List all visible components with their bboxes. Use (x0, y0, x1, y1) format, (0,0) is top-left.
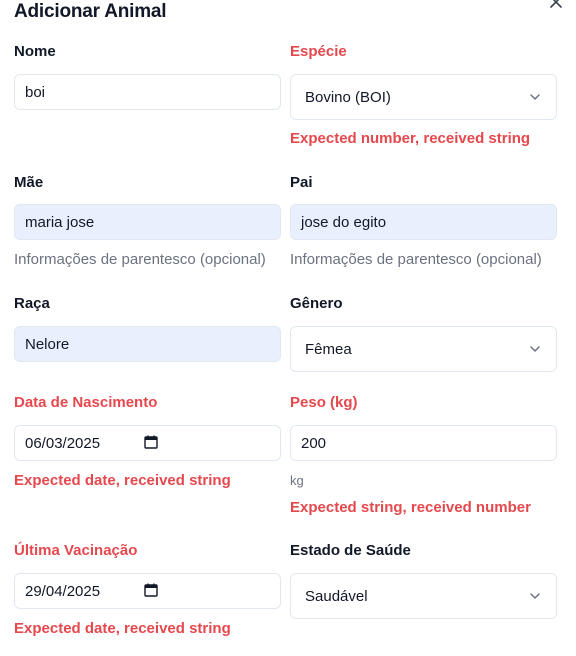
mae-label: Mãe (14, 174, 44, 191)
nascimento-label: Data de Nascimento (14, 394, 158, 411)
dialog-title: Adicionar Animal (14, 1, 167, 22)
genero-select[interactable]: Fêmea (290, 326, 557, 372)
calendar-icon[interactable] (144, 583, 158, 597)
genero-value: Fêmea (305, 340, 352, 358)
vacinacao-date-input[interactable]: 29/04/2025 (14, 573, 281, 609)
nome-label: Nome (14, 43, 56, 60)
raca-input[interactable]: Nelore (14, 326, 281, 362)
pai-input[interactable]: jose do egito (290, 204, 557, 240)
chevron-down-icon (530, 94, 540, 100)
vacinacao-error: Expected date, received string (14, 620, 231, 637)
mae-hint: Informações de parentesco (opcional) (14, 251, 266, 268)
peso-value: 200 (301, 434, 327, 452)
nome-input[interactable]: boi (14, 74, 281, 110)
nascimento-value: 06/03/2025 (25, 434, 101, 452)
vacinacao-label: Última Vacinação (14, 542, 138, 559)
calendar-icon[interactable] (144, 435, 158, 449)
nascimento-error: Expected date, received string (14, 472, 231, 489)
especie-select[interactable]: Bovino (BOI) (290, 74, 557, 120)
pai-label: Pai (290, 174, 313, 191)
raca-label: Raça (14, 295, 50, 312)
raca-value: Nelore (25, 335, 70, 353)
vacinacao-value: 29/04/2025 (25, 582, 101, 600)
pai-value: jose do egito (301, 213, 387, 231)
pai-hint: Informações de parentesco (opcional) (290, 251, 542, 268)
peso-unit: kg (290, 473, 304, 488)
mae-value: maria jose (25, 213, 95, 231)
genero-label: Gênero (290, 295, 343, 312)
peso-error: Expected string, received number (290, 499, 531, 516)
saude-value: Saudável (305, 587, 368, 605)
especie-label: Espécie (290, 43, 347, 60)
nascimento-date-input[interactable]: 06/03/2025 (14, 425, 281, 461)
nome-value: boi (25, 83, 46, 101)
especie-error: Expected number, received string (290, 130, 531, 147)
mae-input[interactable]: maria jose (14, 204, 281, 240)
peso-label: Peso (kg) (290, 394, 358, 411)
saude-label: Estado de Saúde (290, 542, 411, 559)
close-icon[interactable] (548, 0, 564, 10)
especie-value: Bovino (BOI) (305, 88, 391, 106)
peso-input[interactable]: 200 (290, 425, 557, 461)
chevron-down-icon (530, 593, 540, 599)
saude-select[interactable]: Saudável (290, 573, 557, 619)
chevron-down-icon (530, 346, 540, 352)
